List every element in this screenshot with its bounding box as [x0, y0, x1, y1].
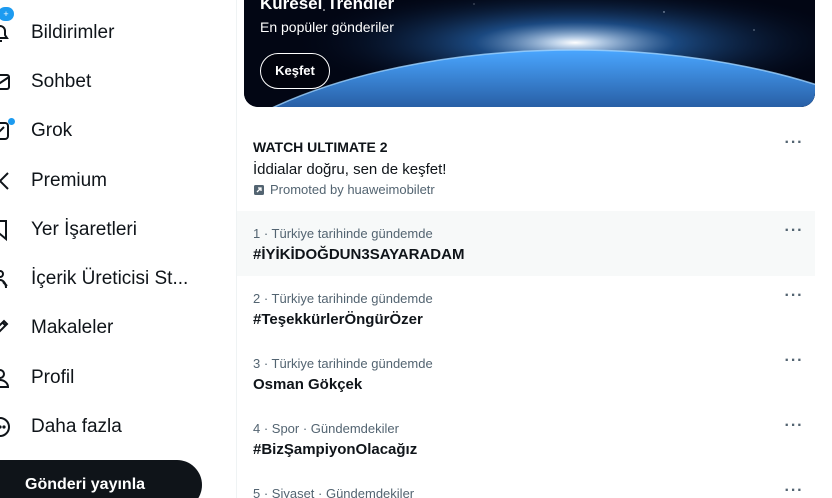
- nav-label-premium: Premium: [31, 170, 108, 191]
- promoted-description: İddialar doğru, sen de keşfet!: [253, 161, 447, 178]
- bell-icon: [0, 21, 12, 45]
- trend-title: #BizŞampiyonOlacağız: [253, 441, 418, 458]
- more-circle-icon: [0, 415, 12, 439]
- profile-icon: [0, 366, 12, 390]
- trend-meta: 2 · Türkiye tarihinde gündemde: [253, 291, 433, 306]
- more-options-button[interactable]: ···: [783, 418, 805, 439]
- trend-title: #TeşekkürlerÖngürÖzer: [253, 311, 423, 328]
- grok-new-dot: [8, 118, 15, 125]
- trend-item[interactable]: 1 · Türkiye tarihinde gündemde #İYİKİDOĞ…: [237, 211, 815, 276]
- promoted-by-label: Promoted by huaweimobiletr: [270, 182, 435, 197]
- trend-item[interactable]: 5 · Siyaset · Gündemdekiler ···: [237, 471, 815, 498]
- nav-label-bookmarks: Yer İşaretleri: [31, 219, 137, 240]
- creator-studio-icon: [0, 267, 12, 291]
- trend-meta: 5 · Siyaset · Gündemdekiler: [253, 486, 415, 498]
- promoted-title: WATCH ULTIMATE 2: [253, 139, 388, 155]
- trend-meta: 1 · Türkiye tarihinde gündemde: [253, 226, 433, 241]
- trend-meta: 4 · Spor · Gündemdekiler: [253, 421, 399, 436]
- x-logo-icon: [0, 169, 12, 193]
- bookmark-icon: [0, 218, 12, 242]
- message-icon: [0, 70, 12, 94]
- nav-label-notifications: Bildirimler: [31, 22, 115, 43]
- trend-item[interactable]: 3 · Türkiye tarihinde gündemde Osman Gök…: [237, 341, 815, 406]
- more-options-button[interactable]: ···: [783, 135, 805, 156]
- sidebar-nav: + Bildirimler Sohbet Grok Premium Yer İş…: [0, 0, 236, 498]
- notification-badge: +: [0, 7, 14, 21]
- hero-title: Küresel Trendler: [260, 0, 395, 13]
- more-options-button[interactable]: ···: [783, 483, 805, 498]
- more-options-button[interactable]: ···: [783, 288, 805, 309]
- more-options-button[interactable]: ···: [783, 353, 805, 374]
- more-options-button[interactable]: ···: [783, 223, 805, 244]
- trend-item[interactable]: 2 · Türkiye tarihinde gündemde #Teşekkür…: [237, 276, 815, 341]
- hero-subtitle: En popüler gönderiler: [260, 19, 394, 35]
- nav-label-articles: Makaleler: [31, 317, 114, 338]
- promoted-by: Promoted by huaweimobiletr: [253, 182, 435, 197]
- post-button[interactable]: Gönderi yayınla: [0, 460, 202, 498]
- article-icon: [0, 316, 12, 340]
- nav-label-grok: Grok: [31, 120, 73, 141]
- trend-title: #İYİKİDOĞDUN3SAYARADAM: [253, 246, 465, 263]
- trend-title: Osman Gökçek: [253, 376, 363, 393]
- global-trends-card: Küresel Trendler En popüler gönderiler K…: [244, 0, 815, 107]
- nav-label-creator-studio: İçerik Üreticisi St...: [31, 268, 189, 289]
- explore-button[interactable]: Keşfet: [260, 53, 330, 89]
- nav-label-profile: Profil: [31, 367, 75, 388]
- trend-meta: 3 · Türkiye tarihinde gündemde: [253, 356, 433, 371]
- nav-label-more: Daha fazla: [31, 416, 122, 437]
- trend-item[interactable]: 4 · Spor · Gündemdekiler #BizŞampiyonOla…: [237, 406, 815, 471]
- earth-background-image: [244, 0, 815, 107]
- promoted-trend[interactable]: WATCH ULTIMATE 2 İddialar doğru, sen de …: [237, 124, 815, 210]
- nav-label-chat: Sohbet: [31, 71, 92, 92]
- promoted-icon: [254, 184, 264, 195]
